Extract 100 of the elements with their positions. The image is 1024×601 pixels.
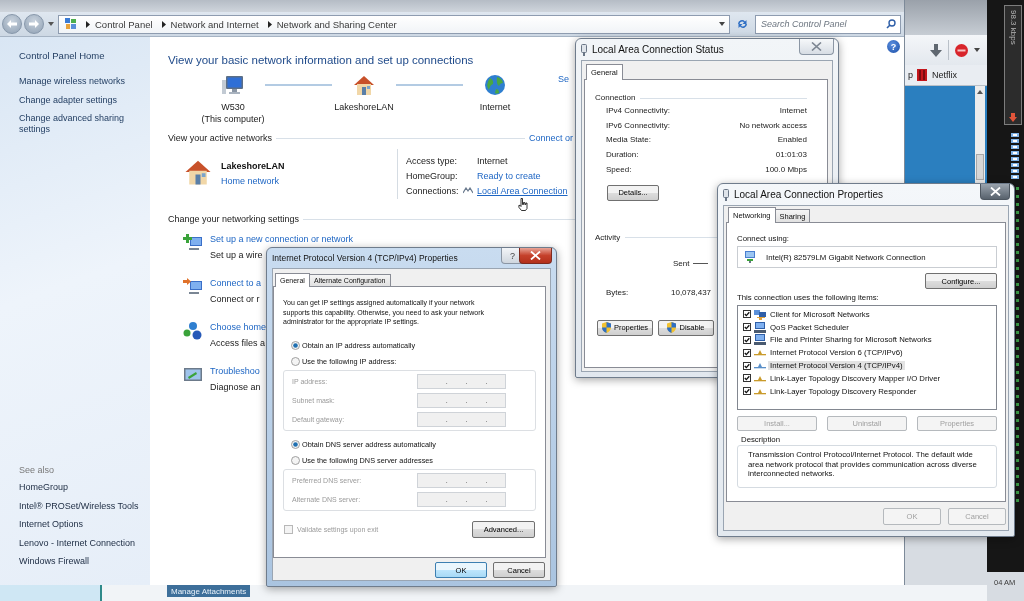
manage-attachments-button[interactable]: Manage Attachments (167, 585, 251, 597)
connection-link[interactable]: Local Area Connection (477, 185, 568, 196)
node-label: W530 (221, 101, 245, 113)
checkbox[interactable] (743, 323, 751, 332)
checkbox[interactable] (743, 374, 751, 383)
detail-value: Internet (477, 155, 508, 166)
task-description: Diagnose an (210, 382, 261, 393)
page-heading: View your basic network information and set up connections (168, 53, 474, 67)
nav-link[interactable]: Change adapter settings (19, 94, 139, 106)
detail-label: Connections: (406, 185, 459, 196)
chevron-right-icon[interactable] (86, 20, 90, 28)
scroll-up-icon[interactable] (977, 90, 983, 94)
zigzag-icon (463, 187, 473, 194)
refresh-icon[interactable] (737, 19, 748, 29)
address-bar[interactable]: Control Panel Network and Internet Network and Sharing Center (58, 14, 730, 34)
task-link[interactable]: Choose home (210, 322, 267, 333)
shield-icon (601, 322, 611, 334)
marker-strip (1010, 133, 1020, 181)
no-entry-icon[interactable] (955, 43, 968, 57)
plug-icon (581, 43, 587, 56)
task-link[interactable]: Connect to a (210, 278, 262, 289)
radio-button[interactable] (291, 341, 300, 350)
chevron-right-icon[interactable] (161, 20, 166, 28)
checkbox[interactable] (743, 387, 751, 396)
close-button[interactable] (980, 184, 1010, 200)
section-heading: View your active networks (168, 133, 272, 144)
checkbox[interactable] (743, 348, 751, 357)
field-label: Duration: (606, 150, 639, 160)
task-link[interactable]: Troubleshoo (210, 366, 260, 377)
radio-button[interactable] (291, 357, 300, 366)
field-label: IPv6 Connectivity: (606, 120, 671, 130)
computers-icon (754, 308, 766, 320)
breadcrumb-item[interactable]: Control Panel (95, 18, 153, 30)
detail-link[interactable]: Ready to create (477, 170, 541, 181)
network-type-link[interactable]: Home network (221, 174, 280, 189)
task-description: Connect or r (210, 294, 260, 305)
house-icon[interactable] (352, 74, 376, 96)
group-heading: Connection (595, 93, 636, 103)
nav-link[interactable]: Manage wireless networks (19, 76, 139, 87)
breadcrumb-item[interactable]: Network and Internet (170, 18, 259, 30)
see-also-link[interactable]: HomeGroup (19, 482, 69, 493)
logo-tile-icon (917, 69, 927, 81)
computer-icon (754, 334, 766, 346)
shield-icon (667, 322, 677, 334)
bookmark-link[interactable]: Netflix (917, 69, 958, 81)
spheres-icon (183, 322, 203, 340)
see-also-link[interactable]: Intel® PROSet/Wireless Tools (19, 500, 139, 512)
field-value: No network access (739, 120, 807, 130)
group-heading: Activity (595, 233, 621, 243)
computer-icon (754, 321, 766, 333)
radio-button[interactable] (291, 456, 300, 465)
dialog-title: Local Area Connection Properties (734, 189, 884, 200)
dialog-title: Internet Protocol Version 4 (TCP/IPv4) Properties (272, 253, 459, 263)
chevron-right-icon[interactable] (267, 20, 272, 28)
monitor-arrow-icon (183, 278, 203, 296)
nav-link[interactable]: Control Panel Home (19, 50, 105, 61)
field-value: 10,078,437 (671, 288, 712, 298)
search-icon[interactable] (886, 18, 896, 29)
node-label: LakeshoreLAN (334, 101, 394, 113)
control-panel-icon (65, 18, 77, 30)
checkbox[interactable] (743, 336, 751, 344)
radio-button[interactable] (291, 440, 300, 449)
arrow-left-icon (7, 20, 17, 28)
plug-icon (723, 188, 729, 201)
hand-cursor-icon (518, 198, 528, 211)
caret-icon[interactable] (974, 48, 980, 52)
computer-icon[interactable] (221, 74, 245, 96)
detail-label: Access type: (406, 155, 458, 166)
globe-icon[interactable] (484, 74, 506, 96)
monitor-plus-icon (183, 234, 203, 252)
checkbox[interactable] (743, 310, 751, 319)
field-label: IPv4 Connectivity: (606, 105, 671, 115)
back-button[interactable] (2, 14, 22, 34)
task-link[interactable]: Set up a new connection or network (210, 234, 354, 245)
download-arrow-icon[interactable] (930, 43, 942, 57)
monitor-icon (183, 366, 203, 384)
help-button[interactable]: ? (887, 40, 900, 53)
breadcrumb-item[interactable]: Network and Sharing Center (276, 18, 397, 30)
close-button[interactable] (519, 248, 552, 264)
section-heading: Change your networking settings (168, 214, 300, 225)
search-field[interactable]: Search Control Panel (755, 14, 901, 34)
see-also-link[interactable]: Internet Options (19, 519, 84, 530)
dialog-title: Local Area Connection Status (592, 44, 725, 55)
scrollbar-thumb[interactable] (976, 154, 984, 180)
bookmark-link[interactable]: p (908, 70, 913, 80)
forward-button[interactable] (24, 14, 44, 34)
task-description: Access files a (210, 338, 266, 349)
close-icon (989, 187, 1001, 196)
see-also-link[interactable]: Windows Firewall (19, 556, 89, 567)
caret-icon[interactable] (48, 22, 54, 26)
checkbox[interactable] (743, 361, 751, 370)
nav-link[interactable]: Change advanced sharing settings (19, 113, 139, 135)
field-label: Speed: (606, 165, 632, 175)
close-icon (811, 42, 822, 51)
map-link[interactable]: Se (558, 74, 569, 84)
field-label: Bytes: (606, 288, 630, 298)
monitor-icon (744, 251, 756, 263)
connect-link[interactable]: Connect or (528, 133, 573, 144)
caret-icon[interactable] (719, 22, 725, 26)
see-also-link[interactable]: Lenovo - Internet Connection (19, 537, 136, 549)
